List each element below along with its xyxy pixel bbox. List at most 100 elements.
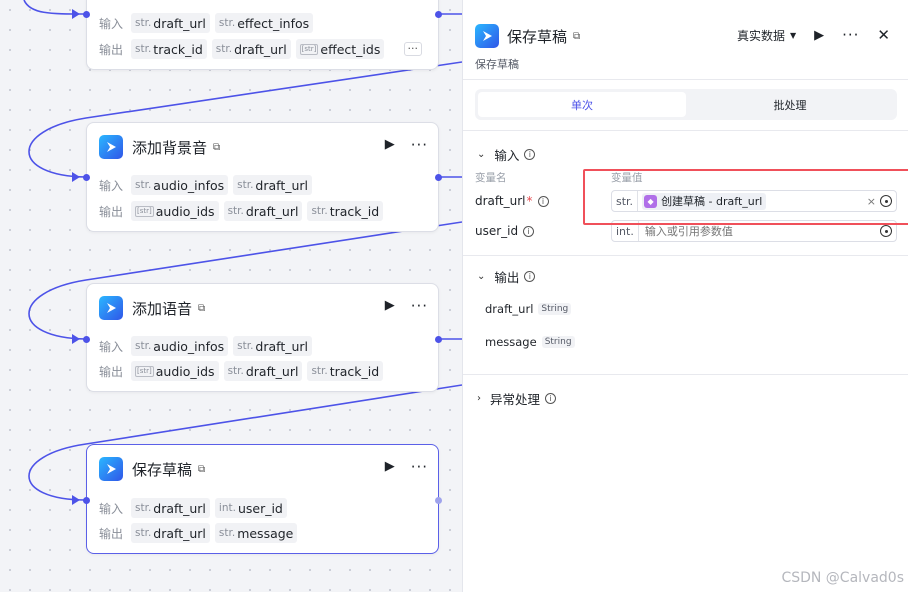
output-port[interactable] <box>435 174 442 181</box>
param-name: effect_infos <box>237 15 310 31</box>
node-actions: ▶ ··· <box>385 298 428 313</box>
outputs-label: 输出 <box>99 364 124 379</box>
inputs-label: 输入 <box>99 178 124 193</box>
input-port[interactable] <box>83 336 90 343</box>
node-more-button[interactable]: ··· <box>411 298 428 313</box>
output-port[interactable] <box>435 11 442 18</box>
divider <box>463 374 908 375</box>
node-save-draft[interactable]: 保存草稿 ⧉ ▶ ··· 输入 str. draft_url int. user_i… <box>83 444 442 554</box>
run-node-button[interactable]: ▶ <box>385 137 395 152</box>
divider <box>463 130 908 131</box>
param-chip: str. draft_url <box>131 523 210 543</box>
info-icon[interactable]: i <box>523 225 535 237</box>
error-section-toggle[interactable]: › 异常处理 i <box>477 389 557 408</box>
chevron-down-icon: ⌄ <box>477 149 486 160</box>
column-header-name: 变量名 <box>475 172 507 184</box>
reference-tag[interactable]: ◆ 创建草稿 - draft_url <box>642 192 767 210</box>
output-port[interactable] <box>435 336 442 343</box>
variable-picker-icon[interactable] <box>880 225 892 237</box>
panel-actions: 真实数据 ▼ ▶ ··· ✕ <box>737 26 890 44</box>
type-label: [str] <box>135 205 154 217</box>
close-icon[interactable]: ✕ <box>877 26 890 44</box>
outputs-label: 输出 <box>99 204 124 219</box>
input-port[interactable] <box>83 11 90 18</box>
more-button[interactable]: ··· <box>842 26 859 44</box>
input-port[interactable] <box>83 174 90 181</box>
copy-icon[interactable]: ⧉ <box>213 142 220 153</box>
param-name: draft_url <box>153 500 206 516</box>
type-label: str. <box>218 17 236 29</box>
type-badge: String <box>541 336 575 348</box>
output-section-toggle[interactable]: ⌄ 输出 i <box>477 267 536 286</box>
panel-title: 保存草稿 <box>507 27 568 46</box>
required-mark: * <box>526 194 533 208</box>
chevron-right-icon: › <box>477 393 481 404</box>
user-id-input[interactable] <box>644 224 875 238</box>
node-title: 添加背景音 <box>132 138 208 157</box>
node-effects[interactable]: 输入 str. draft_url str. effect_infos 输出 str… <box>83 0 442 70</box>
param-chip: str. track_id <box>307 361 384 381</box>
info-icon[interactable]: i <box>524 271 536 282</box>
type-label: str. <box>135 527 152 539</box>
type-label: str. <box>135 17 152 29</box>
info-icon[interactable]: i <box>524 149 536 160</box>
param-name: message <box>237 525 294 541</box>
node-detail-panel: 保存草稿 ⧉ 真实数据 ▼ ▶ ··· ✕ 保存草稿 单次 批处理 ⌄ 输入 i… <box>462 0 908 592</box>
tab-batch[interactable]: 批处理 <box>686 92 894 117</box>
copy-icon[interactable]: ⧉ <box>198 464 205 475</box>
param-label-user-id: user_id i <box>475 224 535 238</box>
run-node-button[interactable]: ▶ <box>385 459 395 474</box>
clear-icon[interactable]: × <box>867 195 876 208</box>
outputs-label: 输出 <box>99 42 124 57</box>
watermark: CSDN @Calvad0s <box>781 570 904 586</box>
run-button[interactable]: ▶ <box>814 28 824 43</box>
node-add-bgm[interactable]: 添加背景音 ⧉ ▶ ··· 输入 str. audio_infos str. dra… <box>83 122 442 232</box>
input-port[interactable] <box>83 497 90 504</box>
node-title: 保存草稿 <box>132 460 193 479</box>
workflow-canvas[interactable]: 输入 str. draft_url str. effect_infos 输出 str… <box>0 0 462 592</box>
data-mode-select[interactable]: 真实数据 ▼ <box>737 27 796 44</box>
ref-field-name: draft_url <box>716 194 763 208</box>
user-id-value-field[interactable]: int. <box>611 220 897 242</box>
param-chip: str. draft_url <box>131 13 210 33</box>
type-label: int. <box>612 221 639 241</box>
info-icon[interactable]: i <box>537 195 549 207</box>
type-label: str. <box>612 191 639 211</box>
run-mode-tabs: 单次 批处理 <box>475 89 897 120</box>
outputs-row: 输出 str. track_id str. draft_url [str] effec… <box>99 39 389 59</box>
column-header-value: 变量值 <box>611 172 643 184</box>
info-icon[interactable]: i <box>545 393 557 404</box>
more-outputs-button[interactable]: ··· <box>403 42 422 56</box>
data-mode-label: 真实数据 <box>736 28 785 43</box>
tab-single[interactable]: 单次 <box>478 92 686 117</box>
copy-icon[interactable]: ⧉ <box>573 31 580 42</box>
run-node-button[interactable]: ▶ <box>385 298 395 313</box>
plugin-icon <box>99 296 123 320</box>
copy-icon[interactable]: ⧉ <box>198 303 205 314</box>
inputs-label: 输入 <box>99 501 124 516</box>
param-name: draft_url <box>255 177 309 193</box>
draft-url-value-field[interactable]: str. ◆ 创建草稿 - draft_url × <box>611 190 897 212</box>
panel-subtitle: 保存草稿 <box>475 58 519 71</box>
plugin-icon <box>99 135 123 159</box>
node-more-button[interactable]: ··· <box>411 459 428 474</box>
node-more-button[interactable]: ··· <box>411 137 428 152</box>
param-chip: str. message <box>214 523 298 543</box>
caret-down-icon: ▼ <box>789 30 797 40</box>
type-label: str. <box>237 179 254 191</box>
type-label: str. <box>215 43 233 55</box>
node-header: 添加语音 ⧉ <box>99 296 205 320</box>
param-name: track_id <box>329 363 380 379</box>
param-name: user_id <box>475 224 519 238</box>
node-title: 添加语音 <box>132 299 193 318</box>
input-section-toggle[interactable]: ⌄ 输入 i <box>477 145 536 164</box>
type-label: str. <box>135 340 152 352</box>
node-add-voice[interactable]: 添加语音 ⧉ ▶ ··· 输入 str. audio_infos str. draf… <box>83 283 442 392</box>
output-port[interactable] <box>435 497 442 504</box>
output-name: draft_url <box>485 302 534 316</box>
type-label: str. <box>237 340 254 352</box>
param-name: draft_url <box>245 203 299 219</box>
variable-picker-icon[interactable] <box>880 195 892 207</box>
output-item: message String <box>485 335 575 349</box>
edge-top-in <box>23 0 87 15</box>
